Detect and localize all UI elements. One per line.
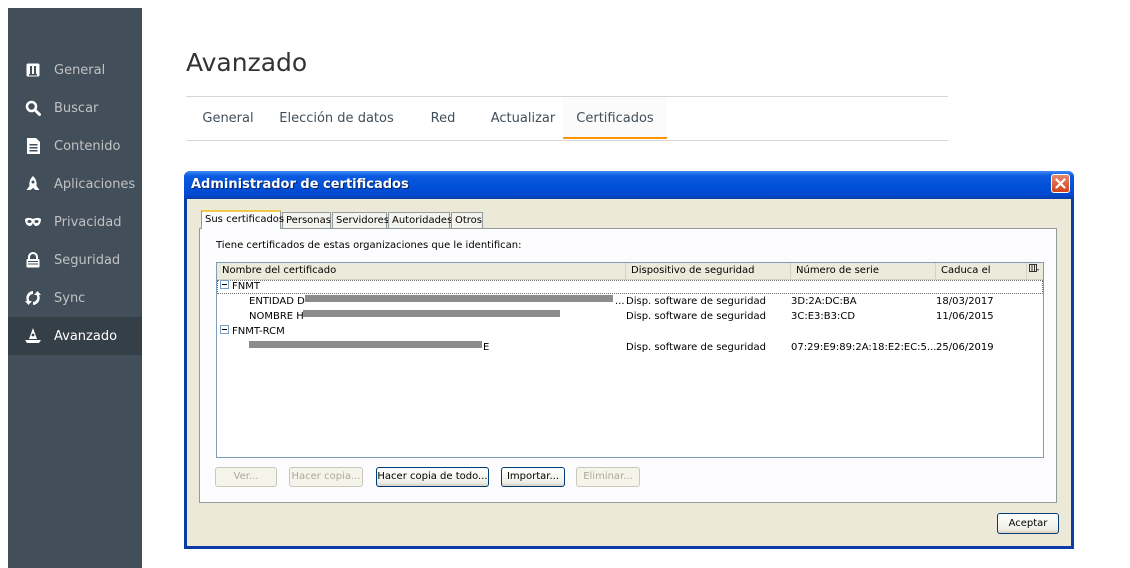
column-header-serial[interactable]: Número de serie (791, 263, 936, 279)
cert-expires: 25/06/2019 (936, 342, 994, 353)
wizard-hat-icon (25, 328, 41, 344)
sidebar-item-label: Avanzado (54, 328, 118, 344)
tab-autoridades[interactable]: Autoridades (388, 212, 452, 228)
lock-icon (25, 252, 41, 268)
backup-all-button[interactable]: Hacer copia de todo... (376, 467, 489, 487)
cert-name: E (483, 342, 490, 353)
tree-header: Nombre del certificado Dispositivo de se… (217, 263, 1043, 280)
collapse-icon[interactable] (220, 325, 229, 334)
page-tabs: General Elección de datos Red Actualizar… (186, 96, 948, 141)
tab-panel: Tiene certificados de estas organizacion… (199, 228, 1057, 503)
dialog-body: Sus certificados Personas Servidores Aut… (187, 199, 1071, 546)
sidebar-item-label: Sync (54, 290, 86, 306)
page-title: Avanzado (186, 48, 308, 77)
sync-icon (25, 290, 41, 306)
tab-general[interactable]: General (186, 97, 270, 139)
tab-certificados[interactable]: Certificados (563, 97, 667, 139)
cert-name: ENTIDAD D (249, 296, 305, 307)
tab-eleccion-de-datos[interactable]: Elección de datos (270, 97, 403, 139)
cert-expires: 18/03/2017 (936, 296, 994, 307)
import-button[interactable]: Importar... (501, 467, 565, 487)
cert-device: Disp. software de seguridad (626, 311, 766, 322)
tab-red[interactable]: Red (403, 97, 483, 139)
column-picker-icon (1029, 264, 1039, 272)
view-button[interactable]: Ver... (215, 467, 277, 487)
column-header-name[interactable]: Nombre del certificado (217, 263, 626, 279)
redacted-block (303, 310, 560, 317)
sidebar-item-buscar[interactable]: Buscar (8, 89, 142, 127)
table-row[interactable]: NOMBRE H Disp. software de seguridad 3C:… (217, 310, 1043, 324)
sidebar-item-label: Buscar (54, 100, 99, 116)
sidebar-item-contenido[interactable]: Contenido (8, 127, 142, 165)
cert-name: NOMBRE H (249, 311, 304, 322)
intro-text: Tiene certificados de estas organizacion… (216, 240, 522, 251)
group-name: FNMT (232, 281, 260, 292)
document-icon (25, 138, 41, 154)
tab-otros[interactable]: Otros (451, 212, 483, 228)
close-button[interactable] (1051, 174, 1070, 193)
certificate-tree[interactable]: Nombre del certificado Dispositivo de se… (216, 262, 1044, 458)
rocket-icon (25, 176, 41, 192)
ellipsis: ... (615, 296, 625, 307)
dialog-title: Administrador de certificados (191, 177, 409, 192)
sidebar-item-avanzado[interactable]: Avanzado (8, 317, 142, 355)
tree-group-row[interactable]: FNMT (217, 280, 1043, 294)
close-icon (1055, 178, 1066, 189)
cert-device: Disp. software de seguridad (626, 296, 766, 307)
sidebar-item-label: Privacidad (54, 214, 122, 230)
column-picker-button[interactable] (1027, 263, 1043, 279)
mask-icon (25, 214, 41, 230)
sidebar-item-label: General (54, 62, 106, 78)
sidebar-item-aplicaciones[interactable]: Aplicaciones (8, 165, 142, 203)
collapse-icon[interactable] (220, 280, 229, 289)
delete-button[interactable]: Eliminar... (576, 467, 640, 487)
column-header-expires[interactable]: Caduca el (936, 263, 1027, 279)
general-icon (25, 62, 41, 78)
redacted-block (249, 341, 482, 348)
tab-personas[interactable]: Personas (282, 212, 331, 228)
cert-expires: 11/06/2015 (936, 311, 994, 322)
sidebar-item-sync[interactable]: Sync (8, 279, 142, 317)
group-name: FNMT-RCM (232, 326, 285, 337)
redacted-block (305, 295, 613, 302)
ok-button[interactable]: Aceptar (997, 513, 1059, 534)
table-row[interactable]: E Disp. software de seguridad 07:29:E9:8… (217, 341, 1043, 355)
certificate-manager-dialog: Administrador de certificados Sus certif… (184, 171, 1074, 549)
cert-serial: 3D:2A:DC:BA (791, 296, 857, 307)
cert-device: Disp. software de seguridad (626, 342, 766, 353)
tab-sus-certificados[interactable]: Sus certificados (201, 210, 284, 229)
column-header-device[interactable]: Dispositivo de seguridad (626, 263, 791, 279)
cert-serial: 07:29:E9:89:2A:18:E2:EC:5... (791, 342, 937, 353)
cert-serial: 3C:E3:B3:CD (791, 311, 856, 322)
tab-servidores[interactable]: Servidores (332, 212, 389, 228)
sidebar-item-label: Contenido (54, 138, 121, 154)
sidebar: General Buscar Contenido Aplicaciones Pr… (8, 8, 142, 568)
search-icon (25, 100, 41, 116)
tree-group-row[interactable]: FNMT-RCM (217, 325, 1043, 339)
dialog-titlebar[interactable]: Administrador de certificados (184, 171, 1074, 199)
tab-actualizar[interactable]: Actualizar (483, 97, 563, 139)
sidebar-item-general[interactable]: General (8, 51, 142, 89)
sidebar-item-label: Aplicaciones (54, 176, 136, 192)
table-row[interactable]: ENTIDAD D ... Disp. software de segurida… (217, 295, 1043, 309)
sidebar-item-seguridad[interactable]: Seguridad (8, 241, 142, 279)
backup-button[interactable]: Hacer copia... (289, 467, 363, 487)
sidebar-item-label: Seguridad (54, 252, 121, 268)
sidebar-item-privacidad[interactable]: Privacidad (8, 203, 142, 241)
